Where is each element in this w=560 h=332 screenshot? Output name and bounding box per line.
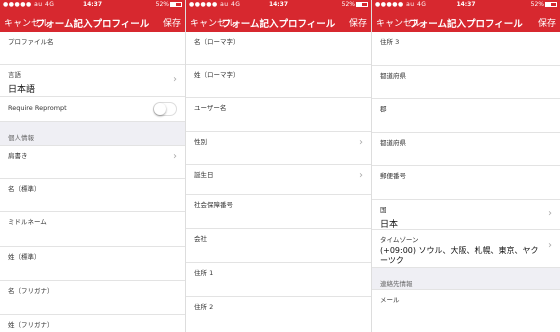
status-right: 52% — [156, 0, 182, 10]
given-kana-field[interactable]: 名（フリガナ） — [0, 281, 185, 315]
address3-field[interactable]: 住所 3 — [372, 32, 560, 66]
family-roman-field[interactable]: 姓（ローマ字） — [186, 65, 371, 98]
battery-percent: 52% — [530, 1, 544, 8]
birthday-row[interactable]: 誕生日 › — [186, 165, 371, 195]
page-title: フォーム記入プロフィール — [409, 19, 523, 30]
status-bar: ●●●●● au 4G 14:37 52% — [186, 0, 371, 10]
chevron-right-icon: › — [548, 208, 552, 219]
nav-bar: キャンセル フォーム記入プロフィール 保存 — [372, 10, 560, 32]
reprompt-label: Require Reprompt — [8, 104, 67, 112]
screen-3: ●●●●● au 4G 14:37 52% キャンセル フォーム記入プロフィール… — [372, 0, 560, 332]
ssn-field[interactable]: 社会保障番号 — [186, 195, 371, 229]
battery-percent: 52% — [155, 1, 169, 8]
birthday-label: 誕生日 — [194, 171, 214, 179]
gender-label: 性別 — [194, 138, 207, 146]
username-label: ユーザー名 — [194, 104, 227, 112]
address3-label: 住所 3 — [380, 38, 400, 46]
postal-code-label: 郵便番号 — [380, 172, 406, 180]
prefecture2-field[interactable]: 都道府県 — [372, 133, 560, 166]
chevron-right-icon: › — [173, 74, 177, 85]
timezone-value: (+09:00) ソウル、大阪、札幌、東京、ヤクーツク — [380, 246, 539, 265]
toggle-knob — [154, 103, 166, 115]
save-button[interactable]: 保存 — [163, 16, 181, 29]
given-roman-field[interactable]: 名（ローマ字） — [186, 32, 371, 65]
timezone-label: タイムゾーン — [380, 236, 419, 244]
screen-2: ●●●●● au 4G 14:37 52% キャンセル フォーム記入プロフィール… — [186, 0, 372, 332]
given-roman-label: 名（ローマ字） — [194, 38, 240, 46]
company-field[interactable]: 会社 — [186, 229, 371, 263]
form-content: 名（ローマ字） 姓（ローマ字） ユーザー名 性別 › 誕生日 › 社会保障番号 … — [186, 32, 371, 332]
chevron-right-icon: › — [359, 137, 363, 148]
middle-name-field[interactable]: ミドルネーム — [0, 212, 185, 247]
battery-percent: 52% — [341, 1, 355, 8]
language-label: 言語 — [8, 71, 21, 79]
family-kana-label: 姓（フリガナ） — [8, 321, 54, 329]
status-right: 52% — [342, 0, 368, 10]
prefecture2-label: 都道府県 — [380, 139, 406, 147]
save-button[interactable]: 保存 — [538, 16, 556, 29]
status-bar: ●●●●● au 4G 14:37 52% — [372, 0, 560, 10]
timezone-row[interactable]: タイムゾーン (+09:00) ソウル、大阪、札幌、東京、ヤクーツク › — [372, 230, 560, 268]
status-bar: ●●●●● au 4G 14:37 52% — [0, 0, 185, 10]
language-row[interactable]: 言語 日本語 › — [0, 65, 185, 97]
section-personal-header: 個人情報 — [0, 122, 185, 146]
family-roman-label: 姓（ローマ字） — [194, 71, 240, 79]
nav-bar: キャンセル フォーム記入プロフィール 保存 — [0, 10, 185, 32]
chevron-right-icon: › — [359, 170, 363, 181]
address2-field[interactable]: 住所 2 — [186, 297, 371, 332]
family-name-label: 姓（標準） — [8, 253, 41, 261]
prefecture-field[interactable]: 都道府県 — [372, 66, 560, 99]
ssn-label: 社会保障番号 — [194, 201, 233, 209]
status-right: 52% — [531, 0, 557, 10]
battery-icon — [170, 2, 182, 7]
gender-row[interactable]: 性別 › — [186, 132, 371, 165]
prefecture-label: 都道府県 — [380, 72, 406, 80]
county-field[interactable]: 郡 — [372, 99, 560, 133]
form-content: 住所 3 都道府県 郡 都道府県 郵便番号 国 日本 › タイムゾーン (+09… — [372, 32, 560, 320]
title-row[interactable]: 肩書き › — [0, 146, 185, 179]
country-label: 国 — [380, 206, 387, 214]
screen-1: ●●●●● au 4G 14:37 52% キャンセル フォーム記入プロフィール… — [0, 0, 186, 332]
battery-icon — [545, 2, 557, 7]
chevron-right-icon: › — [173, 151, 177, 162]
company-label: 会社 — [194, 235, 207, 243]
middle-name-label: ミドルネーム — [8, 218, 47, 226]
save-button[interactable]: 保存 — [349, 16, 367, 29]
reprompt-toggle[interactable] — [153, 102, 177, 116]
screens: ●●●●● au 4G 14:37 52% キャンセル フォーム記入プロフィール… — [0, 0, 560, 332]
given-kana-label: 名（フリガナ） — [8, 287, 54, 295]
family-name-field[interactable]: 姓（標準） — [0, 247, 185, 281]
battery-icon — [356, 2, 368, 7]
username-field[interactable]: ユーザー名 — [186, 98, 371, 132]
language-value: 日本語 — [8, 85, 36, 95]
country-value: 日本 — [380, 220, 399, 230]
email-field[interactable]: メール — [372, 290, 560, 320]
email-label: メール — [380, 296, 400, 304]
chevron-right-icon: › — [548, 240, 552, 251]
postal-code-field[interactable]: 郵便番号 — [372, 166, 560, 200]
family-kana-field[interactable]: 姓（フリガナ） — [0, 315, 185, 332]
given-name-field[interactable]: 名（標準） — [0, 179, 185, 212]
nav-bar: キャンセル フォーム記入プロフィール 保存 — [186, 10, 371, 32]
profile-name-label: プロファイル名 — [8, 38, 54, 46]
page-title: フォーム記入プロフィール — [221, 19, 336, 30]
title-label: 肩書き — [8, 152, 28, 160]
section-contact-header: 連絡先情報 — [372, 268, 560, 290]
address1-field[interactable]: 住所 1 — [186, 263, 371, 297]
county-label: 郡 — [380, 105, 387, 113]
given-name-label: 名（標準） — [8, 185, 41, 193]
reprompt-row: Require Reprompt — [0, 97, 185, 122]
profile-name-field[interactable]: プロファイル名 — [0, 32, 185, 65]
address2-label: 住所 2 — [194, 303, 214, 311]
address1-label: 住所 1 — [194, 269, 214, 277]
form-content: プロファイル名 言語 日本語 › Require Reprompt 個人情報 肩… — [0, 32, 185, 332]
page-title: フォーム記入プロフィール — [35, 19, 150, 30]
country-row[interactable]: 国 日本 › — [372, 200, 560, 230]
